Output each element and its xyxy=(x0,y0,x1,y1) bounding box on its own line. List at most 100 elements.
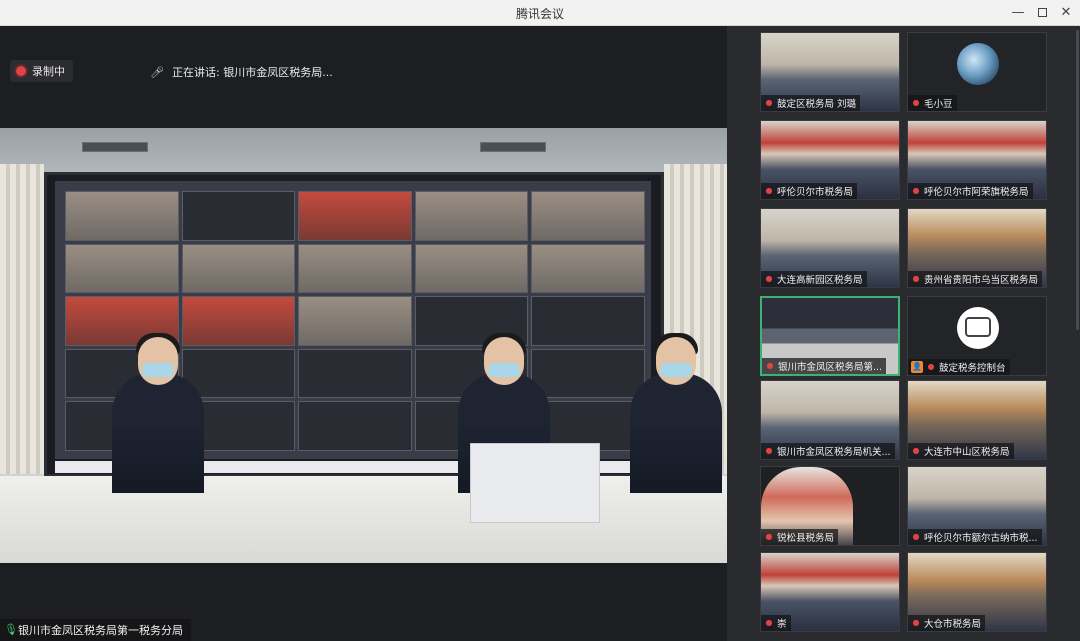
participant-label: ● 鼓定区税务局 刘璐 xyxy=(761,95,861,111)
attendee-mask xyxy=(660,363,692,377)
mic-off-icon: ● xyxy=(912,98,920,107)
participant-tile[interactable]: 👤 ● 鼓定税务控制台 xyxy=(907,296,1047,376)
record-dot-icon xyxy=(16,66,26,76)
mic-off-icon: ● xyxy=(927,362,935,371)
mic-off-icon: ● xyxy=(912,446,920,455)
mic-off-icon: ● xyxy=(765,446,773,455)
speaking-prefix: 正在讲话: xyxy=(172,66,220,79)
grid-cell xyxy=(531,348,645,399)
title-bar: 腾讯会议 — ✕ xyxy=(0,0,1080,26)
tencent-meeting-window: 腾讯会议 — ✕ 录制中 🎤︎ 正在讲话: 银川市金凤区税务局... 🎙︎ 银川… xyxy=(0,0,1080,641)
grid-cell xyxy=(65,191,179,241)
mic-off-icon: ● xyxy=(912,618,920,627)
participant-name: 大仓市税务局 xyxy=(924,619,982,630)
participant-name: 呼伦贝尔市阿荣旗税务局 xyxy=(924,187,1029,198)
mic-on-icon: 🎙︎ xyxy=(4,623,18,636)
participant-gallery[interactable]: ● 鼓定区税务局 刘璐 ● 毛小豆 ● 呼伦贝尔市税务局 ● 呼伦贝尔市阿荣旗税务局 ● 大连高新… xyxy=(727,26,1080,641)
participant-name: 贵州省贵阳市乌当区税务局 xyxy=(924,275,1039,286)
recording-indicator[interactable]: 录制中 xyxy=(10,60,73,82)
grid-cell xyxy=(181,348,296,399)
speaking-indicator: 🎤︎ 正在讲话: 银川市金凤区税务局... xyxy=(150,62,333,82)
curtain xyxy=(0,164,44,474)
participant-label: ● 崇 xyxy=(761,615,791,631)
mic-off-icon: ● xyxy=(912,186,920,195)
speaking-text: 正在讲话: 银川市金凤区税务局... xyxy=(172,64,333,80)
participant-label: ● 呼伦贝尔市阿荣旗税务局 xyxy=(908,183,1033,199)
mic-off-icon: ● xyxy=(912,532,920,541)
grid-cell xyxy=(298,401,412,451)
maximize-icon xyxy=(1037,8,1047,17)
mic-off-icon: ● xyxy=(765,186,773,195)
grid-cell xyxy=(414,191,529,241)
participant-name: 呼伦贝尔市额尔古纳市税... xyxy=(924,533,1038,544)
grid-cell xyxy=(531,296,645,346)
participant-label: 👤 ● 鼓定税务控制台 xyxy=(908,359,1010,375)
grid-cell xyxy=(414,243,529,294)
grid-cell xyxy=(181,191,296,241)
participant-tile[interactable]: ● 贵州省贵阳市乌当区税务局 xyxy=(907,208,1047,288)
window-title: 腾讯会议 xyxy=(515,7,564,21)
participant-label: ● 大连市中山区税务局 xyxy=(908,443,1014,459)
grid-cell xyxy=(298,348,412,399)
participant-name: 呼伦贝尔市税务局 xyxy=(777,187,854,198)
participant-name: 大连高新园区税务局 xyxy=(777,275,863,286)
participant-tile[interactable]: ● 毛小豆 xyxy=(907,32,1047,112)
participant-name: 鼓定区税务局 刘璐 xyxy=(777,99,857,110)
participant-label: ● 毛小豆 xyxy=(908,95,957,111)
participant-name: 鼓定税务控制台 xyxy=(939,363,1006,374)
maximize-button[interactable] xyxy=(1030,3,1054,23)
participant-label: ● 锐松县税务局 xyxy=(761,529,839,545)
participant-tile[interactable]: ● 呼伦贝尔市额尔古纳市税... xyxy=(907,466,1047,546)
participant-tile[interactable]: ● 崇 xyxy=(760,552,900,632)
participant-tile[interactable]: ● 锐松县税务局 xyxy=(760,466,900,546)
participant-name: 崇 xyxy=(777,619,787,630)
participant-avatar xyxy=(957,43,999,85)
ceiling-light xyxy=(480,142,546,152)
people-icon: 👤 xyxy=(911,361,923,373)
participant-tile[interactable]: ● 大连市中山区税务局 xyxy=(907,380,1047,460)
participant-avatar xyxy=(957,307,999,349)
attendee-mask xyxy=(142,363,174,377)
participant-label: ● 呼伦贝尔市税务局 xyxy=(761,183,858,199)
mic-off-icon: ● xyxy=(765,618,773,627)
attendee xyxy=(630,333,722,493)
mic-off-icon: ● xyxy=(765,98,773,107)
participant-name: 银川市金凤区税务局第... xyxy=(778,362,883,373)
conference-desk xyxy=(0,476,727,563)
participant-tile[interactable]: ● 大仓市税务局 xyxy=(907,552,1047,632)
main-video-area[interactable]: 录制中 🎤︎ 正在讲话: 银川市金凤区税务局... 🎙︎ 银川市金凤区税务局第一… xyxy=(0,26,727,641)
participant-label: ● 银川市金凤区税务局机关... xyxy=(761,443,895,459)
main-video-feed xyxy=(0,128,727,563)
participant-label: ● 大连高新园区税务局 xyxy=(761,271,867,287)
participant-name: 银川市金凤区税务局机关... xyxy=(777,447,891,458)
participant-tile[interactable]: ● 鼓定区税务局 刘璐 xyxy=(760,32,900,112)
participant-tile[interactable]: ● 大连高新园区税务局 xyxy=(760,208,900,288)
main-participant-label: 🎙︎ 银川市金凤区税务局第一税务分局 xyxy=(0,619,191,641)
participant-label: ● 贵州省贵阳市乌当区税务局 xyxy=(908,271,1043,287)
participant-name: 毛小豆 xyxy=(924,99,953,110)
participant-label: ● 大仓市税务局 xyxy=(908,615,986,631)
mic-off-icon: ● xyxy=(765,274,773,283)
attendee xyxy=(112,333,204,493)
participant-tile[interactable]: ● 银川市金凤区税务局机关... xyxy=(760,380,900,460)
attendee-head xyxy=(656,337,696,385)
participant-label: ● 呼伦贝尔市额尔古纳市税... xyxy=(908,529,1042,545)
gallery-scrollbar[interactable] xyxy=(1076,30,1079,330)
grid-cell xyxy=(531,243,645,294)
grid-cell xyxy=(181,296,296,346)
laptop xyxy=(470,443,600,523)
participant-name: 大连市中山区税务局 xyxy=(924,447,1010,458)
participant-tile[interactable]: ● 呼伦贝尔市阿荣旗税务局 xyxy=(907,120,1047,200)
participant-label: ● 银川市金凤区税务局第... xyxy=(762,358,887,374)
grid-cell xyxy=(298,243,412,294)
participant-name: 锐松县税务局 xyxy=(777,533,835,544)
attendee-mask xyxy=(488,363,520,377)
close-button[interactable]: ✕ xyxy=(1054,3,1078,23)
speaking-name: 银川市金凤区税务局... xyxy=(223,66,333,79)
minimize-button[interactable]: — xyxy=(1006,3,1030,23)
grid-cell xyxy=(65,243,179,294)
grid-cell xyxy=(181,243,296,294)
participant-tile[interactable]: ● 呼伦贝尔市税务局 xyxy=(760,120,900,200)
participant-tile[interactable]: ● 银川市金凤区税务局第... xyxy=(760,296,900,376)
attendee-head xyxy=(484,337,524,385)
